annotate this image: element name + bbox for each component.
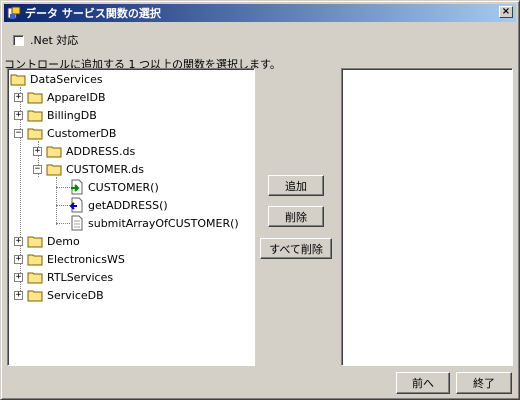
document-method-icon	[71, 215, 83, 231]
remove-button[interactable]: 削除	[268, 206, 324, 227]
tree-item-customer-ds[interactable]: − CUSTOMER.ds	[33, 161, 144, 177]
folder-icon	[27, 92, 43, 103]
tree-item-label: CUSTOMER()	[88, 180, 159, 194]
tree-item-getaddress-method[interactable]: getADDRESS()	[70, 197, 168, 213]
folder-icon	[27, 236, 43, 247]
function-tree[interactable]: DataServices + AppareIDB + BillingDB − C…	[7, 68, 255, 366]
query-method-icon	[70, 197, 83, 213]
tree-line	[56, 177, 57, 225]
dialog-window: データ サービス関数の選択 × .Net 対応 コントロールに追加する 1 つ以…	[0, 0, 520, 400]
tree-root-label: DataServices	[30, 72, 103, 86]
net-option[interactable]: .Net 対応	[13, 32, 78, 48]
net-option-label: .Net 対応	[30, 34, 79, 47]
tree-item-customer-method[interactable]: CUSTOMER()	[70, 179, 159, 195]
tree-line	[56, 223, 70, 224]
window-title: データ サービス関数の選択	[25, 7, 161, 20]
close-icon: ×	[501, 6, 511, 17]
tree-item-customerdb[interactable]: − CustomerDB	[14, 125, 116, 141]
tree-item-electronicsws[interactable]: + ElectronicsWS	[14, 251, 125, 267]
expand-icon[interactable]: +	[14, 272, 23, 282]
add-button[interactable]: 追加	[268, 175, 324, 196]
tree-root[interactable]: DataServices	[10, 71, 103, 87]
finish-button[interactable]: 終了	[456, 372, 512, 394]
app-icon	[7, 6, 21, 19]
net-checkbox[interactable]	[13, 34, 24, 46]
tree-item-address-ds[interactable]: + ADDRESS.ds	[33, 143, 135, 159]
folder-icon	[27, 254, 43, 265]
remove-all-button[interactable]: すべて削除	[260, 238, 332, 259]
tree-item-label: ElectronicsWS	[47, 252, 125, 266]
close-button[interactable]: ×	[499, 6, 513, 18]
folder-icon	[46, 146, 62, 157]
expand-icon[interactable]: +	[14, 92, 23, 102]
tree-item-billingdb[interactable]: + BillingDB	[14, 107, 97, 123]
tree-item-servicedb[interactable]: + ServiceDB	[14, 287, 104, 303]
open-folder-icon	[27, 128, 43, 139]
title-bar: データ サービス関数の選択 ×	[4, 4, 516, 22]
expand-icon[interactable]: +	[14, 110, 23, 120]
tree-line	[56, 205, 70, 206]
folder-icon	[10, 74, 26, 85]
selected-functions-list[interactable]	[341, 68, 513, 366]
tree-item-label: ServiceDB	[47, 288, 104, 302]
insert-method-icon	[71, 179, 83, 195]
expand-icon[interactable]: +	[14, 290, 23, 300]
tree-item-label: AppareIDB	[47, 90, 106, 104]
collapse-icon[interactable]: −	[33, 164, 42, 174]
tree-item-label: getADDRESS()	[88, 198, 168, 212]
folder-icon	[27, 290, 43, 301]
tree-item-label: submitArrayOfCUSTOMER()	[88, 216, 239, 230]
tree-item-label: ADDRESS.ds	[66, 144, 136, 158]
tree-item-label: Demo	[47, 234, 80, 248]
tree-item-label: CUSTOMER.ds	[66, 162, 144, 176]
tree-item-label: CustomerDB	[47, 126, 117, 140]
folder-icon	[27, 110, 43, 121]
back-button[interactable]: 前へ	[396, 372, 450, 394]
expand-icon[interactable]: +	[14, 236, 23, 246]
tree-line	[56, 187, 70, 188]
open-folder-icon	[46, 164, 62, 175]
expand-icon[interactable]: +	[33, 146, 42, 156]
tree-item-appareldb[interactable]: + AppareIDB	[14, 89, 106, 105]
folder-icon	[27, 272, 43, 283]
tree-item-label: BillingDB	[47, 108, 97, 122]
expand-icon[interactable]: +	[14, 254, 23, 264]
collapse-icon[interactable]: −	[14, 128, 23, 138]
tree-item-demo[interactable]: + Demo	[14, 233, 80, 249]
tree-item-label: RTLServices	[47, 270, 114, 284]
tree-item-submit-method[interactable]: submitArrayOfCUSTOMER()	[70, 215, 239, 231]
tree-item-rtlservices[interactable]: + RTLServices	[14, 269, 113, 285]
